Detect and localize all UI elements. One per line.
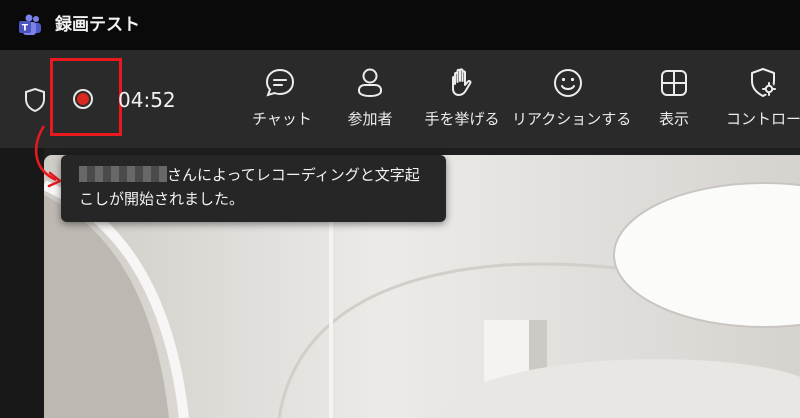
people-icon [358, 68, 382, 98]
reaction-button[interactable]: リアクションする [512, 66, 632, 138]
view-label: 表示 [658, 110, 689, 128]
raise-hand-icon [452, 68, 472, 96]
meeting-timer: 04:52 [118, 88, 176, 112]
chat-icon [265, 68, 295, 97]
control-button[interactable]: コントロール [726, 66, 800, 138]
svg-text:T: T [22, 24, 29, 34]
view-button[interactable]: 表示 [652, 66, 696, 138]
teams-app-icon: T [19, 14, 41, 35]
raise-hand-label: 手を挙げる [424, 110, 500, 128]
window-title: 録画テスト [55, 15, 140, 35]
shield-icon [25, 87, 45, 113]
raise-hand-button[interactable]: 手を挙げる [420, 66, 504, 138]
view-icon [661, 70, 687, 96]
participants-label: 参加者 [347, 110, 393, 128]
notification-line1: さんによってレコーディングと文字起 [167, 166, 420, 184]
chat-label: チャット [252, 110, 312, 128]
notification-line2: こしが開始されました。 [79, 190, 245, 208]
reaction-icon [554, 69, 582, 97]
chat-button[interactable]: チャット [252, 66, 312, 138]
meeting-toolbar: 04:52 チャット 参加者 手を挙げる リアクションする 表示 コントロー [0, 50, 800, 148]
control-icon [751, 68, 776, 97]
control-label: コントロール [726, 110, 800, 128]
redacted-name [79, 166, 167, 182]
recording-notification: さんによってレコーディングと文字起 こしが開始されました。 [61, 155, 446, 222]
reaction-label: リアクションする [512, 110, 632, 128]
participants-button[interactable]: 参加者 [340, 66, 400, 138]
title-bar: T 録画テスト [0, 0, 800, 50]
notification-text: さんによってレコーディングと文字起 こしが開始されました。 [79, 163, 439, 211]
